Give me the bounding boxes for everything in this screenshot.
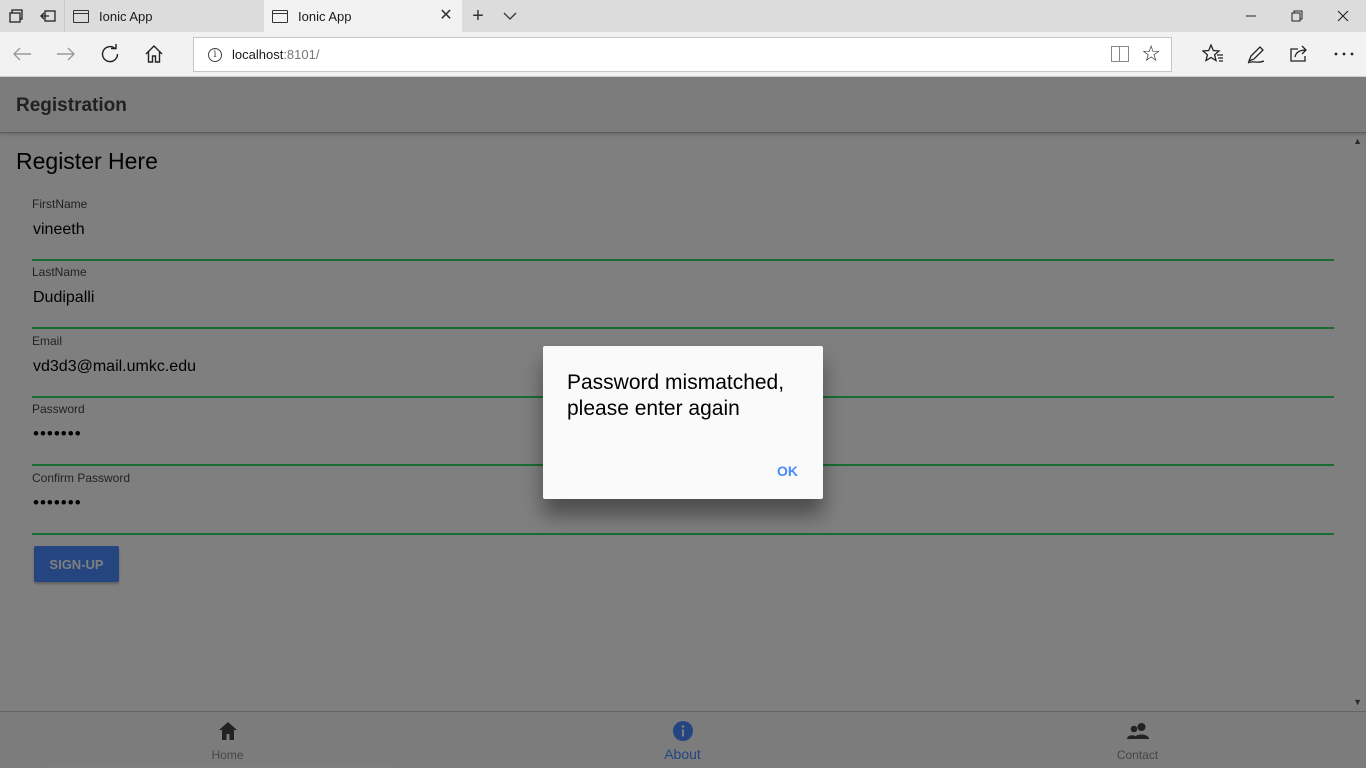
page-icon bbox=[73, 9, 89, 23]
refresh-icon[interactable] bbox=[96, 40, 124, 68]
ok-button[interactable]: OK bbox=[777, 463, 798, 479]
new-tab-icon[interactable]: + bbox=[462, 0, 494, 32]
reading-view-icon[interactable] bbox=[1111, 46, 1129, 62]
minimize-icon[interactable] bbox=[1228, 0, 1274, 32]
browser-tab-title: Ionic App bbox=[298, 8, 352, 24]
alert-message: Password mismatched, please enter again bbox=[567, 371, 785, 420]
home-icon[interactable] bbox=[140, 40, 168, 68]
address-bar[interactable]: i localhost:8101/ ☆ bbox=[193, 37, 1172, 72]
favorites-icon[interactable] bbox=[1199, 40, 1227, 68]
back-icon[interactable] bbox=[8, 40, 36, 68]
alert-dialog: Password mismatched, please enter again … bbox=[543, 346, 823, 499]
close-window-icon[interactable] bbox=[1320, 0, 1366, 32]
share-icon[interactable] bbox=[1285, 40, 1313, 68]
page-icon bbox=[272, 9, 288, 23]
browser-tab-1[interactable]: Ionic App bbox=[64, 0, 264, 32]
window-controls bbox=[1228, 0, 1366, 32]
star-icon[interactable]: ☆ bbox=[1141, 41, 1161, 67]
chevron-down-icon[interactable] bbox=[494, 0, 526, 32]
pen-icon[interactable] bbox=[1242, 40, 1270, 68]
browser-navigation-bar: i localhost:8101/ ☆ bbox=[0, 32, 1366, 77]
forward-icon[interactable] bbox=[52, 40, 80, 68]
tab-manager-icon[interactable] bbox=[0, 0, 32, 32]
more-icon[interactable] bbox=[1330, 40, 1358, 68]
browser-tab-2[interactable]: Ionic App ✕ bbox=[264, 0, 462, 32]
set-tabs-aside-icon[interactable] bbox=[32, 0, 64, 32]
url-host: localhost bbox=[232, 47, 284, 62]
url-path: :8101/ bbox=[283, 47, 320, 62]
browser-tab-strip: Ionic App Ionic App ✕ + bbox=[0, 0, 1366, 32]
browser-tab-title: Ionic App bbox=[99, 8, 153, 24]
restore-icon[interactable] bbox=[1274, 0, 1320, 32]
close-tab-icon[interactable]: ✕ bbox=[438, 8, 454, 24]
site-info-icon[interactable]: i bbox=[208, 47, 222, 62]
